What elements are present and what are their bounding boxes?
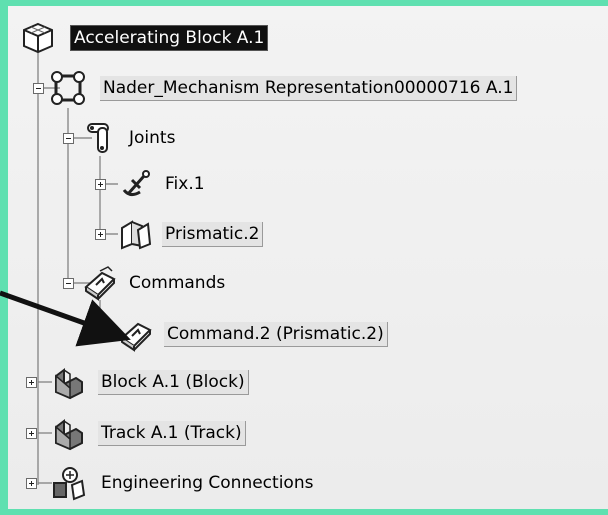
annotation-arrow: [0, 290, 131, 347]
